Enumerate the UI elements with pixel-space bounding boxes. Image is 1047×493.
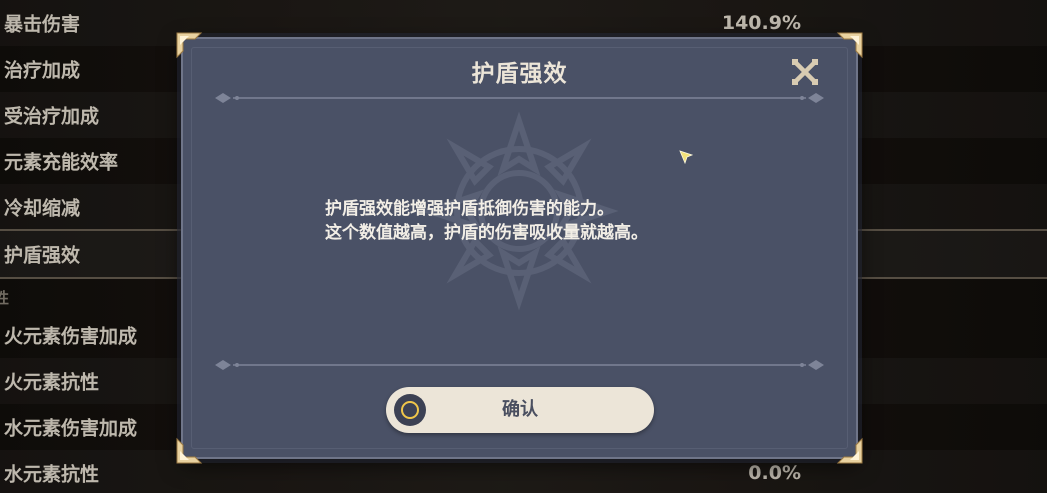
corner-ornament-icon bbox=[176, 437, 203, 464]
top-divider-ornament bbox=[215, 93, 824, 103]
dialog-body-line: 护盾强效能增强护盾抵御伤害的能力。 bbox=[325, 199, 614, 219]
game-screen: 暴击伤害 140.9% 治疗加成 受治疗加成 元素充能效率 冷却缩减 护盾强效 … bbox=[0, 0, 1047, 493]
confirm-button[interactable]: 确认 bbox=[386, 387, 654, 433]
dialog-title: 护盾强效 bbox=[471, 61, 568, 87]
dialog-body: 护盾强效能增强护盾抵御伤害的能力。 这个数值越高，护盾的伤害吸收量就越高。 bbox=[325, 197, 745, 245]
info-dialog: 护盾强效 护盾强效能增强护盾抵御伤害的能力。 这个数值越高，护盾的伤害吸收量就越… bbox=[176, 32, 863, 464]
confirm-button-label: 确认 bbox=[502, 399, 538, 420]
dialog-body-line: 这个数值越高，护盾的伤害吸收量就越高。 bbox=[325, 223, 648, 243]
corner-ornament-icon bbox=[836, 437, 863, 464]
star-cursor-icon bbox=[679, 150, 693, 164]
bottom-divider-ornament bbox=[215, 360, 824, 370]
corner-ornament-icon bbox=[836, 32, 863, 59]
corner-ornament-icon bbox=[176, 32, 203, 59]
close-icon[interactable] bbox=[790, 57, 820, 87]
